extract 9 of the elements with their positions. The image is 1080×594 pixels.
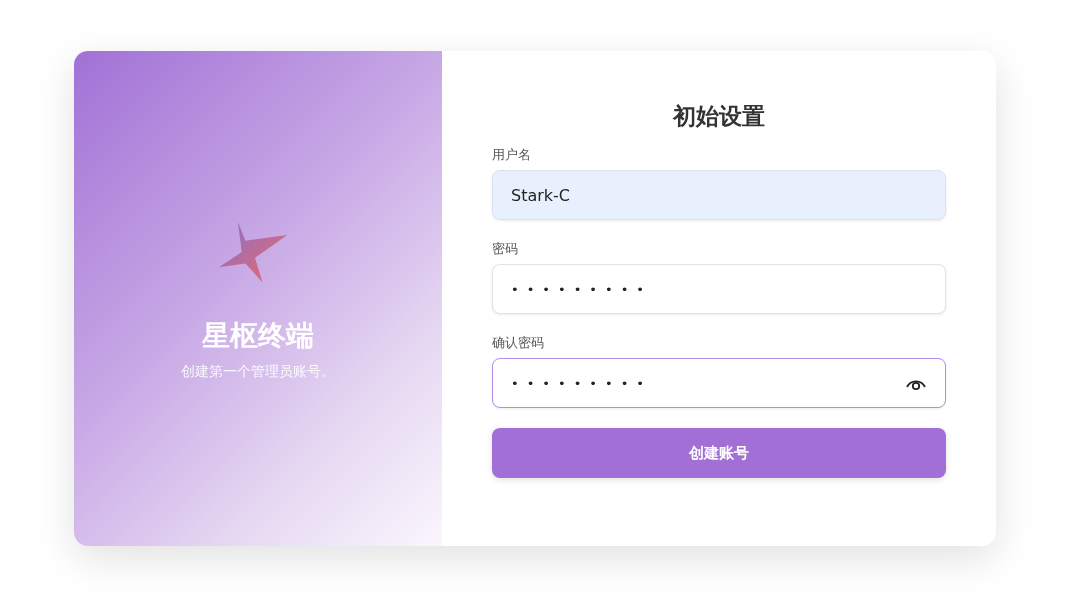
- field-label: 确认密码: [492, 334, 545, 352]
- app-name: 星枢终端: [202, 318, 314, 354]
- input-field[interactable]: •••••••••: [492, 264, 946, 314]
- field-label: 密码: [492, 240, 519, 258]
- field-label: 用户名: [492, 146, 532, 164]
- form-title: 初始设置: [671, 102, 766, 131]
- input-field[interactable]: Stark-C: [492, 170, 946, 220]
- input-field[interactable]: •••••••••: [492, 358, 946, 408]
- create-account-button[interactable]: 创建账号: [492, 428, 946, 478]
